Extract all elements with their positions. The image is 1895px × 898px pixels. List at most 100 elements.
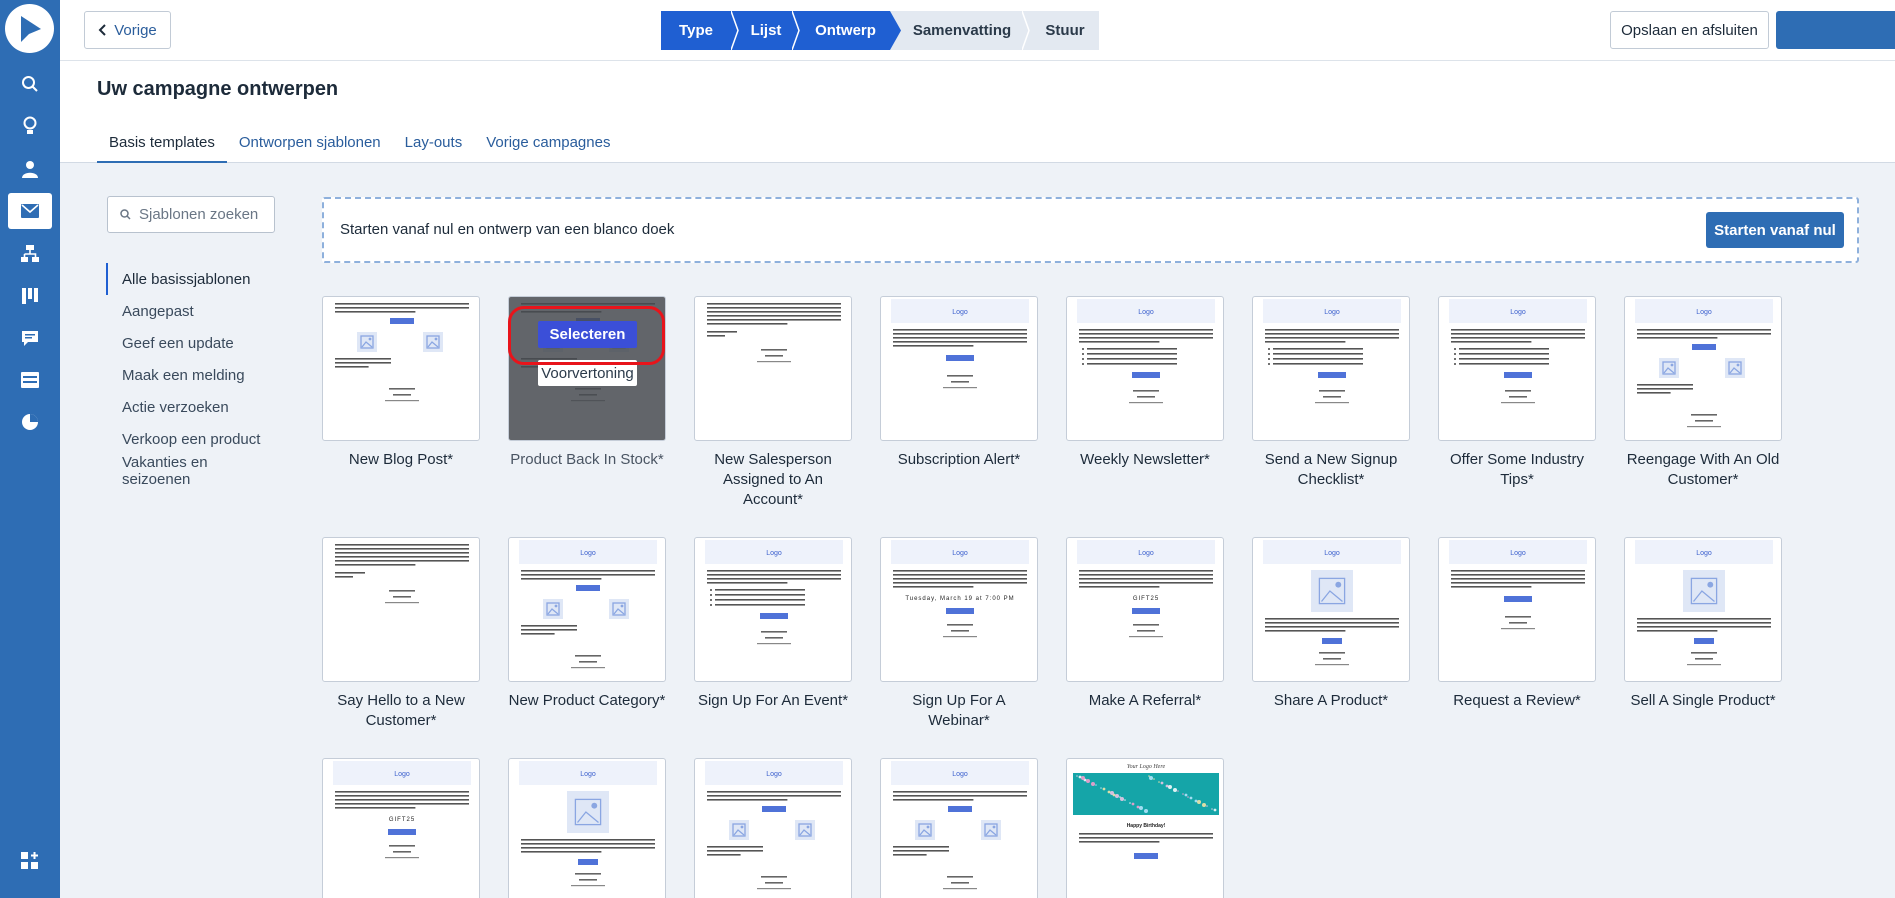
- search-icon[interactable]: [8, 66, 52, 102]
- preview-template-button[interactable]: Voorvertoning: [538, 360, 637, 386]
- email-icon[interactable]: [8, 193, 52, 229]
- category-geef-een-update[interactable]: Geef een update: [106, 327, 276, 359]
- template-thumbnail[interactable]: Selecteren Voorvertoning: [508, 296, 666, 441]
- template-thumbnail[interactable]: Logo: [694, 537, 852, 682]
- template-thumbnail[interactable]: Logo Tuesday, March 19 at 7:00 PM: [880, 537, 1038, 682]
- template-card[interactable]: Logo New Product Category*: [508, 537, 666, 711]
- template-thumbnail[interactable]: Logo GIFT25: [1066, 537, 1224, 682]
- category-maak-een-melding[interactable]: Maak een melding: [106, 359, 276, 391]
- template-search-input[interactable]: [139, 206, 269, 223]
- top-bar: Vorige Type Lijst Ontwerp Samenvatting S…: [60, 0, 1895, 61]
- back-button[interactable]: Vorige: [84, 11, 171, 49]
- boards-icon[interactable]: [8, 278, 52, 314]
- category-aangepast[interactable]: Aangepast: [106, 295, 276, 327]
- template-thumbnail[interactable]: Logo: [1252, 537, 1410, 682]
- template-card[interactable]: Logo: [694, 758, 852, 898]
- template-name: Say Hello to a New Customer*: [337, 692, 465, 729]
- template-thumbnail[interactable]: Logo: [1252, 296, 1410, 441]
- template-card[interactable]: New Blog Post*: [322, 296, 480, 470]
- contacts-icon[interactable]: [8, 151, 52, 187]
- chevron-left-icon: [98, 24, 106, 36]
- template-card[interactable]: Logo GIFT25 Make A Referral*: [1066, 537, 1224, 711]
- category-actie-verzoeken[interactable]: Actie verzoeken: [106, 391, 276, 423]
- svg-text:Logo: Logo: [1696, 550, 1712, 557]
- template-card[interactable]: Logo GIFT25: [322, 758, 480, 898]
- page-header: Uw campagne ontwerpen Basis templates On…: [60, 61, 1895, 163]
- hover-overlay: Selecteren Voorvertoning: [509, 297, 665, 440]
- template-card[interactable]: Logo Sell A Single Product*: [1624, 537, 1782, 711]
- forms-icon[interactable]: [8, 362, 52, 398]
- template-thumbnail[interactable]: Logo: [1624, 296, 1782, 441]
- template-preview-graphic: [707, 303, 841, 363]
- template-card[interactable]: Your Logo Here Happy Birthday!: [1066, 758, 1224, 898]
- tab-lay-outs[interactable]: Lay-outs: [393, 123, 475, 163]
- template-name: Sign Up For A Webinar*: [912, 692, 1006, 729]
- template-card[interactable]: Logo Weekly Newsletter*: [1066, 296, 1224, 470]
- back-button-label: Vorige: [114, 21, 157, 39]
- brand-logo-icon[interactable]: [5, 4, 54, 53]
- tab-ontworpen-sjablonen[interactable]: Ontworpen sjablonen: [227, 123, 393, 163]
- category-alle-basissjablonen[interactable]: Alle basissjablonen: [106, 263, 276, 295]
- template-name: Sell A Single Product*: [1630, 692, 1776, 709]
- template-thumbnail[interactable]: Logo: [880, 296, 1038, 441]
- template-thumbnail[interactable]: Logo: [508, 537, 666, 682]
- category-verkoop-een-product[interactable]: Verkoop een product: [106, 423, 276, 455]
- category-vakanties-en-seizoenen[interactable]: Vakanties en seizoenen: [106, 454, 276, 488]
- chat-icon[interactable]: [8, 320, 52, 356]
- save-and-close-button[interactable]: Opslaan en afsluiten: [1610, 11, 1769, 49]
- template-thumbnail[interactable]: Logo: [1624, 537, 1782, 682]
- svg-text:Tuesday, March 19 at 7:00 PM: Tuesday, March 19 at 7:00 PM: [905, 596, 1014, 602]
- template-thumbnail[interactable]: Logo GIFT25: [322, 758, 480, 898]
- template-thumbnail[interactable]: [694, 296, 852, 441]
- template-card[interactable]: Logo Request a Review*: [1438, 537, 1596, 711]
- template-card[interactable]: Logo Reengage With An Old Customer*: [1624, 296, 1782, 490]
- template-card[interactable]: Logo: [508, 758, 666, 898]
- template-card[interactable]: Say Hello to a New Customer*: [322, 537, 480, 731]
- template-search[interactable]: [107, 196, 275, 233]
- next-button[interactable]: [1776, 11, 1895, 49]
- template-card[interactable]: Logo Share A Product*: [1252, 537, 1410, 711]
- template-card[interactable]: Logo Subscription Alert*: [880, 296, 1038, 470]
- template-thumbnail[interactable]: Logo: [508, 758, 666, 898]
- reports-icon[interactable]: [8, 404, 52, 440]
- select-template-button[interactable]: Selecteren: [538, 321, 637, 348]
- template-card[interactable]: Logo Tuesday, March 19 at 7:00 PM Sign Up …: [880, 537, 1038, 731]
- template-card[interactable]: Logo: [880, 758, 1038, 898]
- step-samenvatting[interactable]: Samenvatting: [902, 11, 1022, 50]
- step-type[interactable]: Type: [661, 11, 731, 50]
- template-card[interactable]: Logo Send a New Signup Checklist*: [1252, 296, 1410, 490]
- step-separator-icon: [731, 11, 740, 50]
- blank-start-banner: Starten vanaf nul en ontwerp van een bla…: [322, 197, 1859, 263]
- tab-basis-templates[interactable]: Basis templates: [97, 123, 227, 163]
- template-thumbnail[interactable]: Logo: [1066, 296, 1224, 441]
- template-card[interactable]: Selecteren Voorvertoning Product Back In S…: [508, 296, 666, 470]
- step-ontwerp[interactable]: Ontwerp: [801, 11, 890, 50]
- template-thumbnail[interactable]: Logo: [1438, 296, 1596, 441]
- template-preview-graphic: Logo GIFT25: [1077, 540, 1215, 638]
- start-from-scratch-button[interactable]: Starten vanaf nul: [1706, 212, 1844, 248]
- template-card[interactable]: New Salesperson Assigned to An Account*: [694, 296, 852, 510]
- template-card[interactable]: Logo Sign Up For An Event*: [694, 537, 852, 711]
- template-thumbnail[interactable]: [322, 296, 480, 441]
- template-name: Send a New Signup Checklist*: [1264, 451, 1398, 488]
- template-thumbnail[interactable]: Your Logo Here Happy Birthday!: [1066, 758, 1224, 898]
- svg-text:GIFT25: GIFT25: [1133, 596, 1159, 602]
- step-stuur[interactable]: Stuur: [1031, 11, 1099, 50]
- step-arrow-icon: [890, 11, 902, 50]
- sitemap-icon[interactable]: [8, 236, 52, 272]
- svg-text:Your Logo Here: Your Logo Here: [1127, 764, 1166, 770]
- svg-text:Logo: Logo: [952, 771, 968, 778]
- lightbulb-icon[interactable]: [8, 108, 52, 144]
- template-thumbnail[interactable]: Logo: [880, 758, 1038, 898]
- apps-icon[interactable]: [8, 843, 52, 879]
- template-thumbnail[interactable]: Logo: [1438, 537, 1596, 682]
- template-card[interactable]: Logo Offer Some Industry Tips*: [1438, 296, 1596, 490]
- svg-text:Logo: Logo: [1510, 309, 1526, 316]
- template-thumbnail[interactable]: Logo: [694, 758, 852, 898]
- step-lijst[interactable]: Lijst: [740, 11, 792, 50]
- template-name: Reengage With An Old Customer*: [1626, 451, 1780, 488]
- template-name: New Blog Post*: [348, 451, 454, 468]
- template-thumbnail[interactable]: [322, 537, 480, 682]
- page-title: Uw campagne ontwerpen: [97, 78, 339, 100]
- tab-vorige-campagnes[interactable]: Vorige campagnes: [474, 123, 622, 163]
